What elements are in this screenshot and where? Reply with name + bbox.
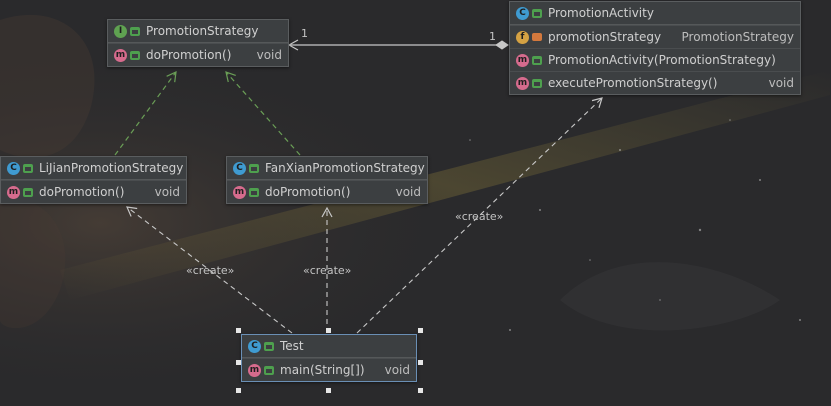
class-title: PromotionActivity <box>548 6 654 20</box>
public-visibility-icon <box>249 163 259 173</box>
class-icon: C <box>7 161 20 175</box>
dependency-label-test-to-lijian: «create» <box>186 264 235 277</box>
public-visibility-icon <box>532 55 542 65</box>
class-header: C FanXianPromotionStrategy <box>227 157 427 180</box>
class-header: C Test <box>242 335 416 358</box>
member-name: executePromotionStrategy() <box>548 76 718 90</box>
member-name: main(String[]) <box>280 363 365 377</box>
aggregation-multiplicity-near-activity: 1 <box>489 30 496 43</box>
realization-fanxian-to-promotion-strategy <box>225 71 301 156</box>
class-icon: C <box>516 6 529 20</box>
public-visibility-icon <box>264 365 274 375</box>
member-type: void <box>256 48 282 62</box>
public-visibility-icon <box>249 187 259 197</box>
selection-handle-middle-left[interactable] <box>236 360 241 365</box>
selection-handle-top-left[interactable] <box>236 328 241 333</box>
method-icon: m <box>248 363 261 377</box>
selection-handle-bottom-right[interactable] <box>418 388 423 393</box>
class-title: Test <box>280 339 304 353</box>
member-type: void <box>154 185 180 199</box>
class-title: FanXianPromotionStrategy <box>265 161 425 175</box>
selection-handle-middle-right[interactable] <box>418 360 423 365</box>
class-header: I PromotionStrategy <box>108 20 288 43</box>
class-node-fanxian-promotion-strategy[interactable]: C FanXianPromotionStrategy m doPromotion… <box>226 156 428 204</box>
class-node-lijian-promotion-strategy[interactable]: C LiJianPromotionStrategy m doPromotion(… <box>0 156 187 204</box>
selection-handle-bottom-center[interactable] <box>326 388 331 393</box>
class-node-promotion-activity[interactable]: C PromotionActivity f promotionStrategy … <box>509 1 801 95</box>
member-row[interactable]: m executePromotionStrategy() void <box>510 71 800 94</box>
class-node-test[interactable]: C Test m main(String[]) void <box>241 334 417 382</box>
interface-icon: I <box>114 24 127 38</box>
member-row[interactable]: m PromotionActivity(PromotionStrategy) <box>510 48 800 71</box>
method-icon: m <box>233 185 246 199</box>
selection-handle-top-right[interactable] <box>418 328 423 333</box>
class-node-promotion-strategy[interactable]: I PromotionStrategy m doPromotion() void <box>107 19 289 67</box>
member-type: void <box>384 363 410 377</box>
method-icon: m <box>516 76 529 90</box>
class-title: LiJianPromotionStrategy <box>39 161 184 175</box>
member-name: promotionStrategy <box>548 30 662 44</box>
public-visibility-icon <box>532 8 542 18</box>
dependency-label-test-to-activity: «create» <box>455 210 504 223</box>
selection-handle-bottom-left[interactable] <box>236 388 241 393</box>
member-name: doPromotion() <box>265 185 351 199</box>
public-visibility-icon <box>23 187 33 197</box>
member-name: doPromotion() <box>39 185 125 199</box>
class-header: C LiJianPromotionStrategy <box>1 157 186 180</box>
member-row[interactable]: m main(String[]) void <box>242 358 416 381</box>
public-visibility-icon <box>23 163 33 173</box>
field-icon: f <box>516 30 529 44</box>
dependency-label-test-to-fanxian: «create» <box>303 264 352 277</box>
public-visibility-icon <box>130 26 140 36</box>
member-type: void <box>768 76 794 90</box>
selection-handle-top-center[interactable] <box>326 328 331 333</box>
method-icon: m <box>7 185 20 199</box>
method-icon: m <box>516 53 529 67</box>
member-type: PromotionStrategy <box>681 30 794 44</box>
class-icon: C <box>233 161 246 175</box>
member-name: doPromotion() <box>146 48 232 62</box>
public-visibility-icon <box>264 341 274 351</box>
member-name: PromotionActivity(PromotionStrategy) <box>548 53 776 67</box>
class-header: C PromotionActivity <box>510 2 800 25</box>
private-visibility-icon <box>532 33 542 41</box>
member-row[interactable]: m doPromotion() void <box>227 180 427 203</box>
method-icon: m <box>114 48 127 62</box>
public-visibility-icon <box>532 78 542 88</box>
class-title: PromotionStrategy <box>146 24 259 38</box>
member-type: void <box>395 185 421 199</box>
member-row[interactable]: m doPromotion() void <box>1 180 186 203</box>
member-row[interactable]: m doPromotion() void <box>108 43 288 66</box>
aggregation-multiplicity-near-strategy: 1 <box>301 27 308 40</box>
public-visibility-icon <box>130 50 140 60</box>
member-row[interactable]: f promotionStrategy PromotionStrategy <box>510 25 800 48</box>
class-icon: C <box>248 339 261 353</box>
realization-lijian-to-promotion-strategy <box>114 71 177 156</box>
